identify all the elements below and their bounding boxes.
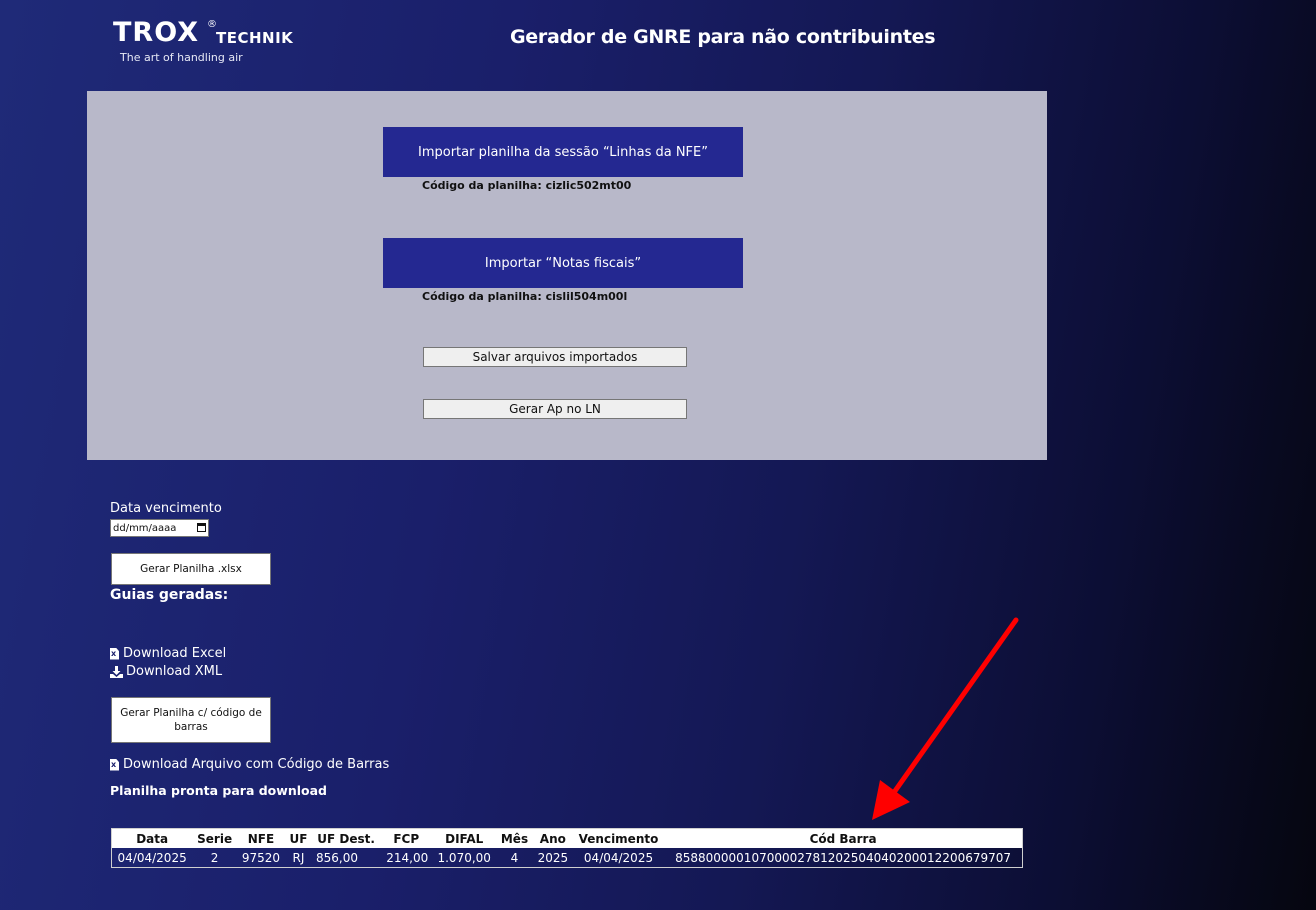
cell-fcp: 214,00: [386, 850, 429, 865]
red-arrow-annotation: [872, 617, 1019, 820]
nfe-lines-code-label: Código da planilha: cizlic502mt00: [422, 179, 632, 192]
col-data: Data: [111, 828, 193, 848]
download-xml-label: Download XML: [126, 664, 223, 679]
cell-nfe: 97520: [241, 850, 281, 865]
generate-barcode-sheet-button[interactable]: Gerar Planilha c/ código de barras: [111, 697, 271, 743]
cell-uf-dest: 856,00: [315, 850, 358, 865]
import-panel: Importar planilha da sessão “Linhas da N…: [87, 91, 1047, 460]
col-nfe: NFE: [236, 828, 285, 848]
due-date-label: Data vencimento: [110, 501, 222, 516]
table-row: 04/04/2025 2 97520 RJ 856,00 214,00 1.07…: [112, 848, 1023, 868]
logo-tagline: The art of handling air: [120, 51, 243, 64]
generate-xlsx-button[interactable]: Gerar Planilha .xlsx: [111, 553, 271, 585]
logo-technik: TECHNIK: [216, 29, 294, 47]
col-serie: Serie: [192, 828, 237, 848]
download-xml-link[interactable]: Download XML: [110, 664, 222, 679]
col-difal: DIFAL: [432, 828, 497, 848]
col-mes: Mês: [496, 828, 533, 848]
col-uf-dest: UF Dest.: [311, 828, 381, 848]
cell-difal: 1.070,00: [437, 850, 491, 865]
table-header-row: Data Serie NFE UF UF Dest. FCP DIFAL Mês…: [111, 828, 1023, 848]
cell-vencimento: 04/04/2025: [583, 850, 654, 865]
cell-ano: 2025: [537, 850, 569, 865]
calendar-icon[interactable]: [197, 523, 206, 532]
logo-wordmark: TROX: [113, 17, 200, 48]
col-fcp: FCP: [380, 828, 433, 848]
due-date-input[interactable]: dd/mm/aaaa: [110, 519, 209, 537]
cell-serie: 2: [210, 850, 219, 865]
download-excel-link[interactable]: Download Excel: [110, 646, 226, 661]
generate-ap-ln-button[interactable]: Gerar Ap no LN: [423, 399, 687, 419]
import-notas-fiscais-button[interactable]: Importar “Notas fiscais”: [383, 238, 743, 288]
guides-table: Data Serie NFE UF UF Dest. FCP DIFAL Mês…: [111, 828, 1023, 868]
excel-file-icon: [110, 758, 119, 771]
save-imported-files-button[interactable]: Salvar arquivos importados: [423, 347, 687, 367]
col-vencimento: Vencimento: [572, 828, 665, 848]
import-nfe-lines-button[interactable]: Importar planilha da sessão “Linhas da N…: [383, 127, 743, 177]
due-date-placeholder: dd/mm/aaaa: [113, 522, 177, 534]
col-uf: UF: [284, 828, 312, 848]
generated-guides-title: Guias geradas:: [110, 587, 229, 603]
cell-data: 04/04/2025: [117, 850, 187, 865]
ready-for-download-label: Planilha pronta para download: [110, 783, 327, 798]
col-cod-barra: Cód Barra: [664, 828, 1023, 848]
download-icon: [110, 665, 123, 678]
notas-fiscais-code-label: Código da planilha: cislil504m00l: [422, 290, 628, 303]
download-excel-label: Download Excel: [123, 646, 227, 661]
download-barcode-file-link[interactable]: Download Arquivo com Código de Barras: [110, 757, 389, 772]
cell-cod-barra: 8588000001070000278120250404020001220067…: [675, 850, 1012, 865]
page-title: Gerador de GNRE para não contribuintes: [510, 26, 936, 48]
excel-file-icon: [110, 647, 119, 660]
cell-mes: 4: [510, 850, 519, 865]
download-barcode-label: Download Arquivo com Código de Barras: [123, 757, 390, 772]
col-ano: Ano: [532, 828, 573, 848]
cell-uf: RJ: [292, 850, 305, 865]
trox-logo: TROX ® TECHNIK The art of handling air: [113, 18, 313, 68]
